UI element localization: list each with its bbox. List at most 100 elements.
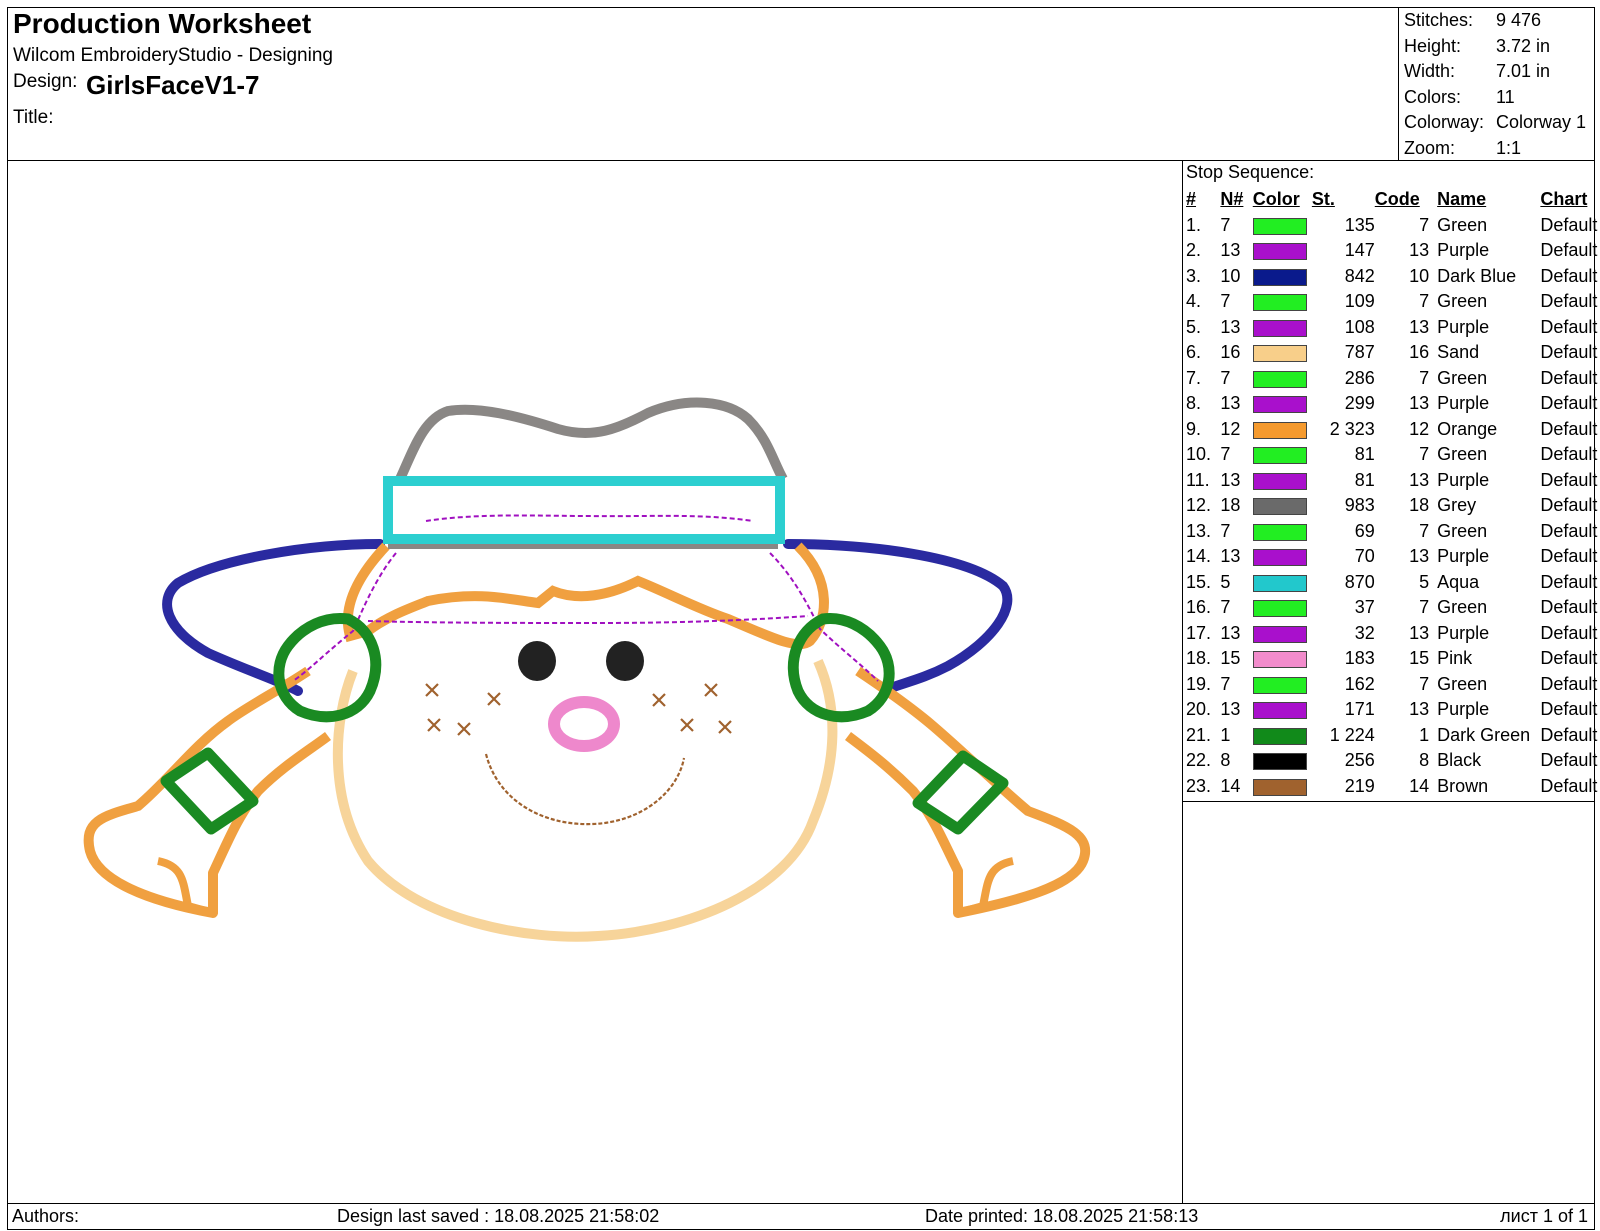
- color-swatch: [1252, 523, 1307, 541]
- stop-color-name: Green: [1437, 673, 1488, 694]
- date-printed: Date printed: 18.08.2025 21:58:13: [925, 1206, 1199, 1226]
- stop-sequence-row: 22. 8 256 8 Black Default: [1186, 748, 1600, 774]
- stop-color-swatch: [1252, 315, 1312, 341]
- color-swatch: [1252, 625, 1307, 643]
- stop-chart: Default: [1540, 418, 1598, 439]
- stop-sequence-table: # N# Color St. Code Name Chart 1. 7 135 7 Gr…: [1186, 187, 1600, 799]
- title-label: Title:: [13, 107, 54, 128]
- color-swatch: [1252, 268, 1307, 286]
- stop-sequence-row: 8. 13 299 13 Purple Default: [1186, 391, 1600, 417]
- stop-sequence-row: 15. 5 870 5 Aqua Default: [1186, 570, 1600, 596]
- eyes: [518, 641, 644, 681]
- info-row-width: Width: 7.01 in: [1404, 59, 1586, 85]
- stop-code: 14: [1409, 775, 1430, 796]
- stop-stitches: 787: [1344, 342, 1375, 363]
- stop-color-name: Orange: [1437, 418, 1498, 439]
- stop-index: 20.: [1186, 699, 1212, 720]
- info-value: 3.72 in: [1496, 35, 1551, 56]
- stop-needle: 16: [1220, 342, 1241, 363]
- stop-color-swatch: [1252, 570, 1312, 596]
- color-swatch: [1252, 472, 1307, 490]
- stop-color-swatch: [1252, 340, 1312, 366]
- stop-chart: Default: [1540, 699, 1598, 720]
- authors-label: Authors:: [12, 1206, 80, 1226]
- stop-color-name: Purple: [1437, 699, 1490, 720]
- design-info-panel: Stitches: 9 476 Height: 3.72 in Width: 7.01…: [1404, 8, 1586, 161]
- stop-color-swatch: [1252, 366, 1312, 392]
- stop-code: 13: [1409, 240, 1430, 261]
- stop-sequence-row: 17. 13 32 13 Purple Default: [1186, 621, 1600, 647]
- design-name: GirlsFaceV1-7: [86, 70, 260, 100]
- stop-index: 8.: [1186, 393, 1202, 414]
- stop-stitches: 983: [1344, 495, 1375, 516]
- stop-chart: Default: [1540, 571, 1598, 592]
- stop-color-swatch: [1252, 289, 1312, 315]
- info-key: Colorway:: [1404, 112, 1485, 132]
- stop-needle: 7: [1220, 367, 1231, 388]
- color-swatch: [1252, 217, 1307, 235]
- stop-chart: Default: [1540, 673, 1598, 694]
- stop-color-name: Grey: [1437, 495, 1477, 516]
- stop-sequence-row: 4. 7 109 7 Green Default: [1186, 289, 1600, 315]
- stop-stitches: 81: [1354, 469, 1375, 490]
- hair: [83, 542, 1090, 918]
- stop-index: 12.: [1186, 495, 1212, 516]
- stop-code: 13: [1409, 316, 1430, 337]
- stop-code: 18: [1409, 495, 1430, 516]
- stop-code: 7: [1419, 520, 1430, 541]
- stop-chart: Default: [1540, 750, 1598, 771]
- stop-needle: 7: [1220, 291, 1231, 312]
- stop-stitches: 69: [1354, 520, 1375, 541]
- page-title: Production Worksheet: [13, 8, 312, 39]
- stop-code: 7: [1419, 444, 1430, 465]
- stop-needle: 13: [1220, 316, 1241, 337]
- stop-needle: 1: [1220, 724, 1231, 745]
- stop-color-swatch: [1252, 264, 1312, 290]
- stop-stitches: 870: [1344, 571, 1375, 592]
- stop-index: 5.: [1186, 316, 1202, 337]
- stop-chart: Default: [1540, 444, 1598, 465]
- stop-color-swatch: [1252, 774, 1312, 800]
- stop-color-name: Dark Green: [1437, 724, 1531, 745]
- smile: [484, 753, 686, 826]
- hair-tie-upper-left: [273, 612, 382, 723]
- stop-index: 22.: [1186, 750, 1212, 771]
- stop-stitches: 70: [1354, 546, 1375, 567]
- stop-code: 13: [1409, 393, 1430, 414]
- column-header-color: Color: [1252, 189, 1300, 210]
- stop-needle: 12: [1220, 418, 1241, 439]
- stop-color-name: Purple: [1437, 546, 1490, 567]
- stop-color-swatch: [1252, 213, 1312, 239]
- stop-chart: Default: [1540, 724, 1598, 745]
- stop-code: 1: [1419, 724, 1430, 745]
- stop-code: 10: [1409, 265, 1430, 286]
- color-swatch: [1252, 243, 1307, 260]
- info-row-colors: Colors: 11: [1404, 85, 1586, 111]
- stop-color-name: Green: [1437, 214, 1488, 235]
- color-swatch: [1252, 574, 1307, 592]
- color-swatch: [1252, 421, 1307, 439]
- column-header-needle: N#: [1220, 189, 1244, 210]
- freckle: [652, 693, 666, 707]
- stop-color-swatch: [1252, 238, 1312, 264]
- color-swatch: [1252, 549, 1307, 566]
- stop-index: 1.: [1186, 214, 1202, 235]
- stop-stitches: 286: [1344, 367, 1375, 388]
- stop-color-name: Green: [1437, 291, 1488, 312]
- stop-stitches: 1 224: [1329, 724, 1375, 745]
- stop-color-swatch: [1252, 697, 1312, 723]
- stop-sequence-row: 23. 14 219 14 Brown Default: [1186, 774, 1600, 800]
- freckle: [457, 722, 471, 736]
- stop-sequence-row: 1. 7 135 7 Green Default: [1186, 213, 1600, 239]
- color-swatch: [1252, 753, 1307, 770]
- stop-index: 23.: [1186, 775, 1212, 796]
- stop-index: 15.: [1186, 571, 1212, 592]
- column-header-index: #: [1186, 189, 1197, 210]
- info-row-zoom: Zoom: 1:1: [1404, 136, 1586, 162]
- stop-code: 13: [1409, 699, 1430, 720]
- color-swatch: [1252, 345, 1307, 362]
- stop-chart: Default: [1540, 214, 1598, 235]
- stop-sequence-title: Stop Sequence:: [1186, 162, 1315, 182]
- stop-index: 16.: [1186, 597, 1212, 618]
- stop-sequence-divider: [1182, 160, 1183, 1204]
